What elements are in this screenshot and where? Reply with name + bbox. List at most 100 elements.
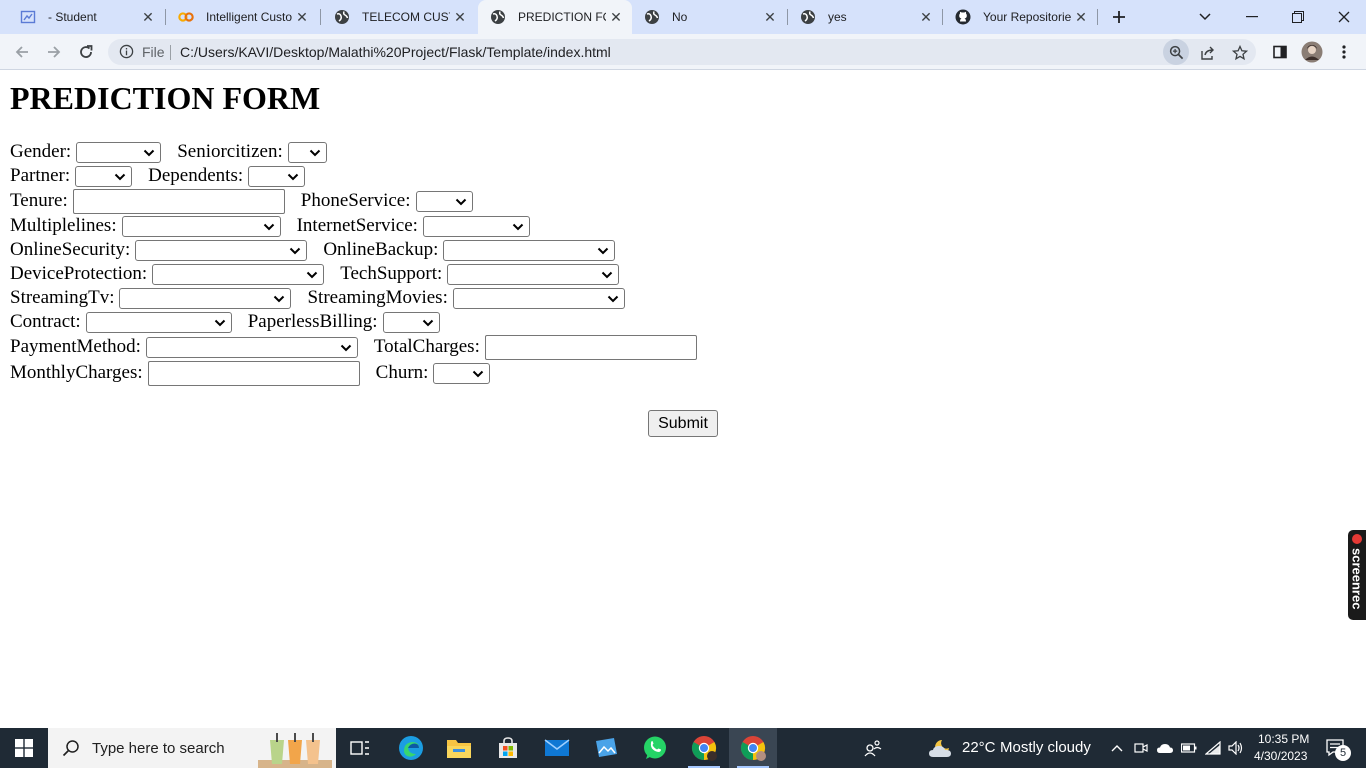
profile-avatar[interactable] [1298,38,1326,66]
wifi-button[interactable] [1202,728,1224,768]
clock-date[interactable]: 4/30/2023 [1254,749,1307,763]
share-button[interactable] [1198,43,1218,63]
close-icon[interactable]: ✕ [138,7,158,27]
reload-button[interactable] [72,38,100,66]
restore-button[interactable] [1278,0,1318,34]
partner-select[interactable] [75,165,133,187]
photos-button[interactable] [582,728,630,768]
tab-your-repositories[interactable]: Your Repositories ✕ [943,0,1097,34]
weather-temp[interactable]: 22°C [962,739,996,756]
battery-button[interactable] [1178,728,1200,768]
people-button[interactable] [849,728,897,768]
new-tab-button[interactable] [1101,0,1137,34]
tab-no[interactable]: No ✕ [632,0,786,34]
chevron-down-icon [1199,13,1211,21]
onlinebackup-select[interactable] [443,239,616,261]
zoom-button[interactable] [1163,39,1189,65]
form-row: Multiplelines: InternetService: [10,214,530,238]
mail-icon [544,739,570,756]
show-hidden-icons-button[interactable] [1105,728,1129,768]
chevron-down-icon [512,223,524,230]
edge-icon [399,736,423,760]
streamingtv-select[interactable] [119,287,292,309]
form-row: Contract: PaperlessBilling: [10,310,440,334]
close-icon[interactable]: ✕ [450,7,470,27]
close-icon[interactable]: ✕ [1071,7,1091,27]
meet-now-button[interactable] [1130,728,1152,768]
phoneservice-select[interactable] [415,190,473,212]
edge-button[interactable] [387,728,435,768]
url-text[interactable]: C:/Users/KAVI/Desktop/Malathi%20Project/… [180,44,611,60]
gender-select[interactable] [76,141,162,163]
tab-prediction-form[interactable]: PREDICTION FORM ✕ [478,0,632,34]
deviceprotection-select[interactable] [152,263,325,285]
mail-button[interactable] [533,728,581,768]
search-placeholder: Type here to search [92,739,225,757]
streamingtv-label: StreamingTv: [10,287,115,308]
store-button[interactable] [484,728,532,768]
screenrec-widget[interactable]: screenrec [1348,530,1366,620]
techsupport-select[interactable] [447,263,620,285]
close-icon[interactable]: ✕ [760,7,780,27]
paymentmethod-select[interactable] [145,336,358,358]
browser-toolbar: File C:/Users/KAVI/Desktop/Malathi%20Pro… [0,34,1366,70]
chevron-down-icon [143,149,155,156]
chrome-button[interactable] [680,728,728,768]
whatsapp-button[interactable] [631,728,679,768]
camera-icon [1134,743,1148,753]
onedrive-button[interactable] [1153,728,1177,768]
close-icon[interactable]: ✕ [916,7,936,27]
streamingmovies-select[interactable] [452,287,625,309]
github-icon [955,9,971,25]
reload-icon [80,45,93,58]
weather-condition[interactable]: Mostly cloudy [1000,739,1091,756]
tab-yes[interactable]: yes ✕ [788,0,942,34]
tenure-input[interactable] [72,188,285,214]
taskbar-search[interactable]: Type here to search [48,728,336,768]
battery-icon [1181,743,1197,753]
globe-icon [490,9,506,25]
whatsapp-icon [644,736,666,759]
form-row: PaymentMethod: TotalCharges: [10,334,697,360]
task-view-button[interactable] [336,728,384,768]
file-explorer-button[interactable] [435,728,483,768]
onlinesecurity-select[interactable] [135,239,308,261]
menu-button[interactable] [1330,38,1358,66]
tab-search-button[interactable] [1187,0,1223,34]
paperlessbilling-select[interactable] [382,311,440,333]
bookmark-button[interactable] [1230,43,1250,63]
seniorcitizen-select[interactable] [287,141,327,163]
tab-student[interactable]: - Student ✕ [8,0,164,34]
file-scheme-label: File [142,44,165,60]
minimize-button[interactable] [1232,0,1272,34]
churn-select[interactable] [433,362,491,384]
clock-time[interactable]: 10:35 PM [1258,732,1309,746]
close-icon[interactable]: ✕ [606,7,626,27]
multiplelines-select[interactable] [121,215,281,237]
tab-title: No [672,10,688,24]
start-button[interactable] [0,728,48,768]
side-panel-button[interactable] [1266,38,1294,66]
info-icon[interactable] [119,44,134,64]
notifications-button[interactable]: 5 [1316,728,1356,768]
tab-telecom-customer[interactable]: TELECOM CUSTOMER ✕ [322,0,476,34]
cloudy-night-icon [929,740,951,757]
address-bar[interactable]: File C:/Users/KAVI/Desktop/Malathi%20Pro… [108,39,1256,65]
close-window-button[interactable] [1324,0,1364,34]
dependents-select[interactable] [248,165,306,187]
monthlycharges-input[interactable] [147,360,360,386]
totalcharges-input[interactable] [484,334,697,360]
record-icon [1352,534,1362,544]
weather-widget-icon[interactable] [918,728,966,768]
forward-button[interactable] [40,38,68,66]
tab-intelligent-customer[interactable]: Intelligent Customer ✕ [166,0,318,34]
close-icon[interactable]: ✕ [292,7,312,27]
volume-button[interactable] [1225,728,1247,768]
chrome-active-button[interactable] [729,728,777,768]
address-divider [170,45,171,60]
contract-select[interactable] [85,311,232,333]
internetservice-select[interactable] [422,215,530,237]
back-button[interactable] [8,38,36,66]
photos-icon [596,738,617,757]
submit-button[interactable]: Submit [648,410,718,437]
